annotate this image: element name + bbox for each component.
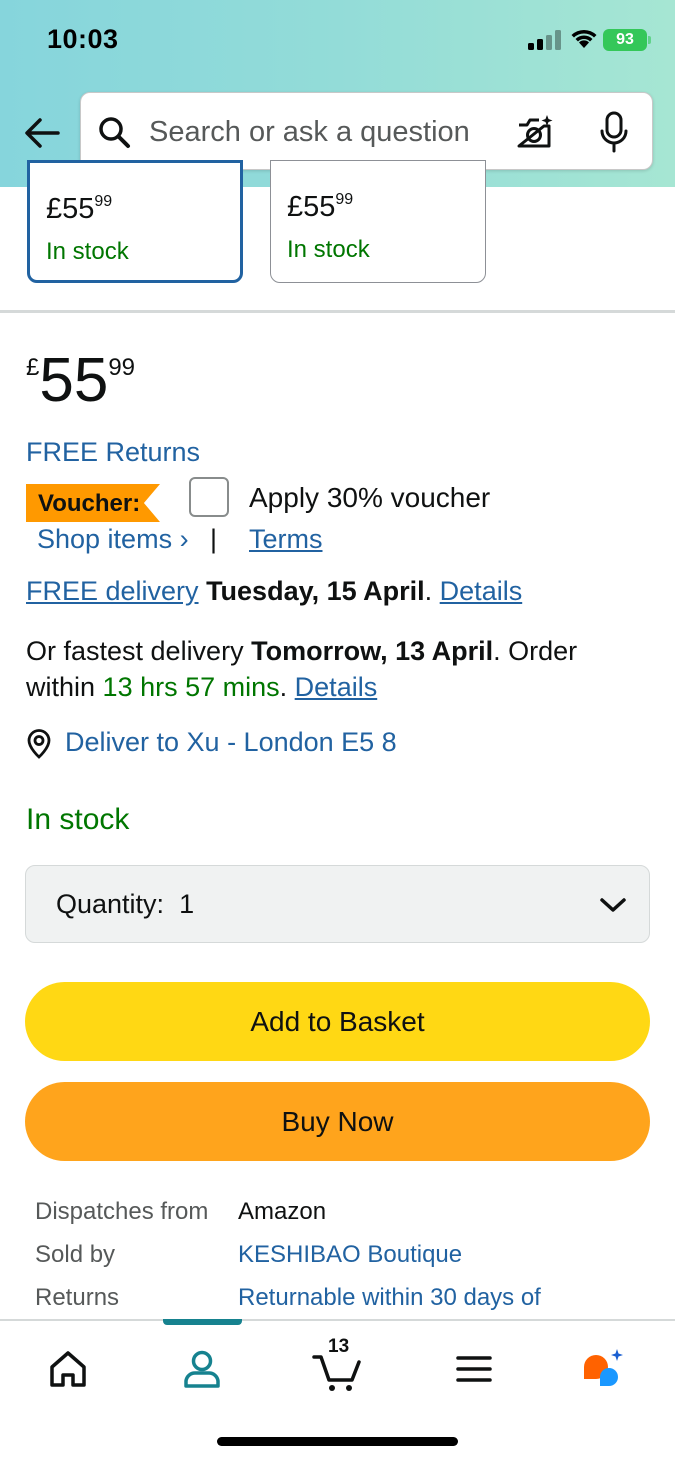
quantity-label: Quantity: 1 [56, 889, 195, 919]
terms-link[interactable]: Terms [249, 524, 323, 555]
free-delivery-line: FREE delivery Tuesday, 15 April. Details [26, 576, 522, 607]
delivery-details-link[interactable]: Details [440, 576, 523, 606]
returns-policy-link[interactable]: Returnable within 30 days of [238, 1284, 541, 1312]
header: 10:03 93 Search or ask a question [0, 0, 675, 187]
signal-icon [528, 30, 561, 50]
product-price: £5599 [26, 346, 136, 415]
deliver-to-link[interactable]: Deliver to Xu - London E5 8 [65, 727, 397, 758]
variant-price: £5599 [46, 193, 113, 225]
dispatches-from-value: Amazon [238, 1198, 327, 1225]
status-time: 10:03 [47, 24, 119, 54]
free-delivery-date: Tuesday, 15 April [206, 576, 425, 606]
variant-price: £5599 [287, 191, 354, 223]
home-icon[interactable] [44, 1345, 92, 1393]
rufus-assistant-icon[interactable] [580, 1345, 628, 1393]
add-to-basket-button[interactable]: Add to Basket [25, 982, 650, 1061]
returns-label: Returns [35, 1284, 120, 1311]
wifi-icon [571, 29, 597, 48]
variant-stock: In stock [46, 238, 129, 265]
variant-stock: In stock [287, 236, 370, 263]
sold-by-link[interactable]: KESHIBAO Boutique [238, 1241, 462, 1269]
camera-icon[interactable] [515, 113, 555, 151]
fastest-details-link[interactable]: Details [295, 672, 378, 702]
free-returns-link[interactable]: FREE Returns [26, 437, 200, 468]
fastest-delivery-date: Tomorrow, 13 April [251, 636, 494, 666]
search-placeholder: Search or ask a question [149, 116, 470, 148]
chevron-down-icon [600, 898, 626, 912]
battery-indicator: 93 [603, 29, 647, 51]
account-icon[interactable] [178, 1345, 226, 1393]
cart-count-badge: 13 [328, 1336, 350, 1357]
search-icon [99, 117, 130, 148]
stock-status: In stock [26, 803, 130, 836]
location-pin-icon [27, 729, 51, 759]
voucher-badge: Voucher: [26, 484, 160, 522]
link-separator: | [210, 524, 218, 554]
variant-card[interactable]: £5599 In stock [270, 160, 486, 283]
search-input[interactable]: Search or ask a question [80, 92, 653, 170]
active-tab-indicator [163, 1319, 242, 1325]
delivery-countdown: 13 hrs 57 mins [102, 672, 280, 702]
sold-by-label: Sold by [35, 1241, 116, 1268]
shop-items-link[interactable]: Shop items › [37, 524, 189, 555]
status-bar: 10:03 93 [0, 0, 675, 80]
quantity-select[interactable]: Quantity: 1 [25, 865, 650, 943]
back-arrow-icon[interactable] [22, 113, 62, 153]
voucher-checkbox[interactable] [189, 477, 229, 517]
buy-now-button[interactable]: Buy Now [25, 1082, 650, 1161]
sentence-period: . [424, 576, 433, 606]
voucher-label: Apply 30% voucher [249, 482, 491, 513]
dispatches-from-label: Dispatches from [35, 1198, 209, 1225]
microphone-icon[interactable] [599, 111, 629, 153]
fastest-delivery-line: Or fastest delivery Tomorrow, 13 April. … [26, 636, 578, 702]
battery-cap [648, 36, 651, 44]
section-divider [0, 310, 675, 313]
variant-card-selected[interactable]: £5599 In stock [27, 160, 243, 283]
home-indicator [217, 1437, 458, 1446]
free-delivery-link[interactable]: FREE delivery [26, 576, 199, 606]
menu-icon[interactable] [450, 1345, 498, 1393]
